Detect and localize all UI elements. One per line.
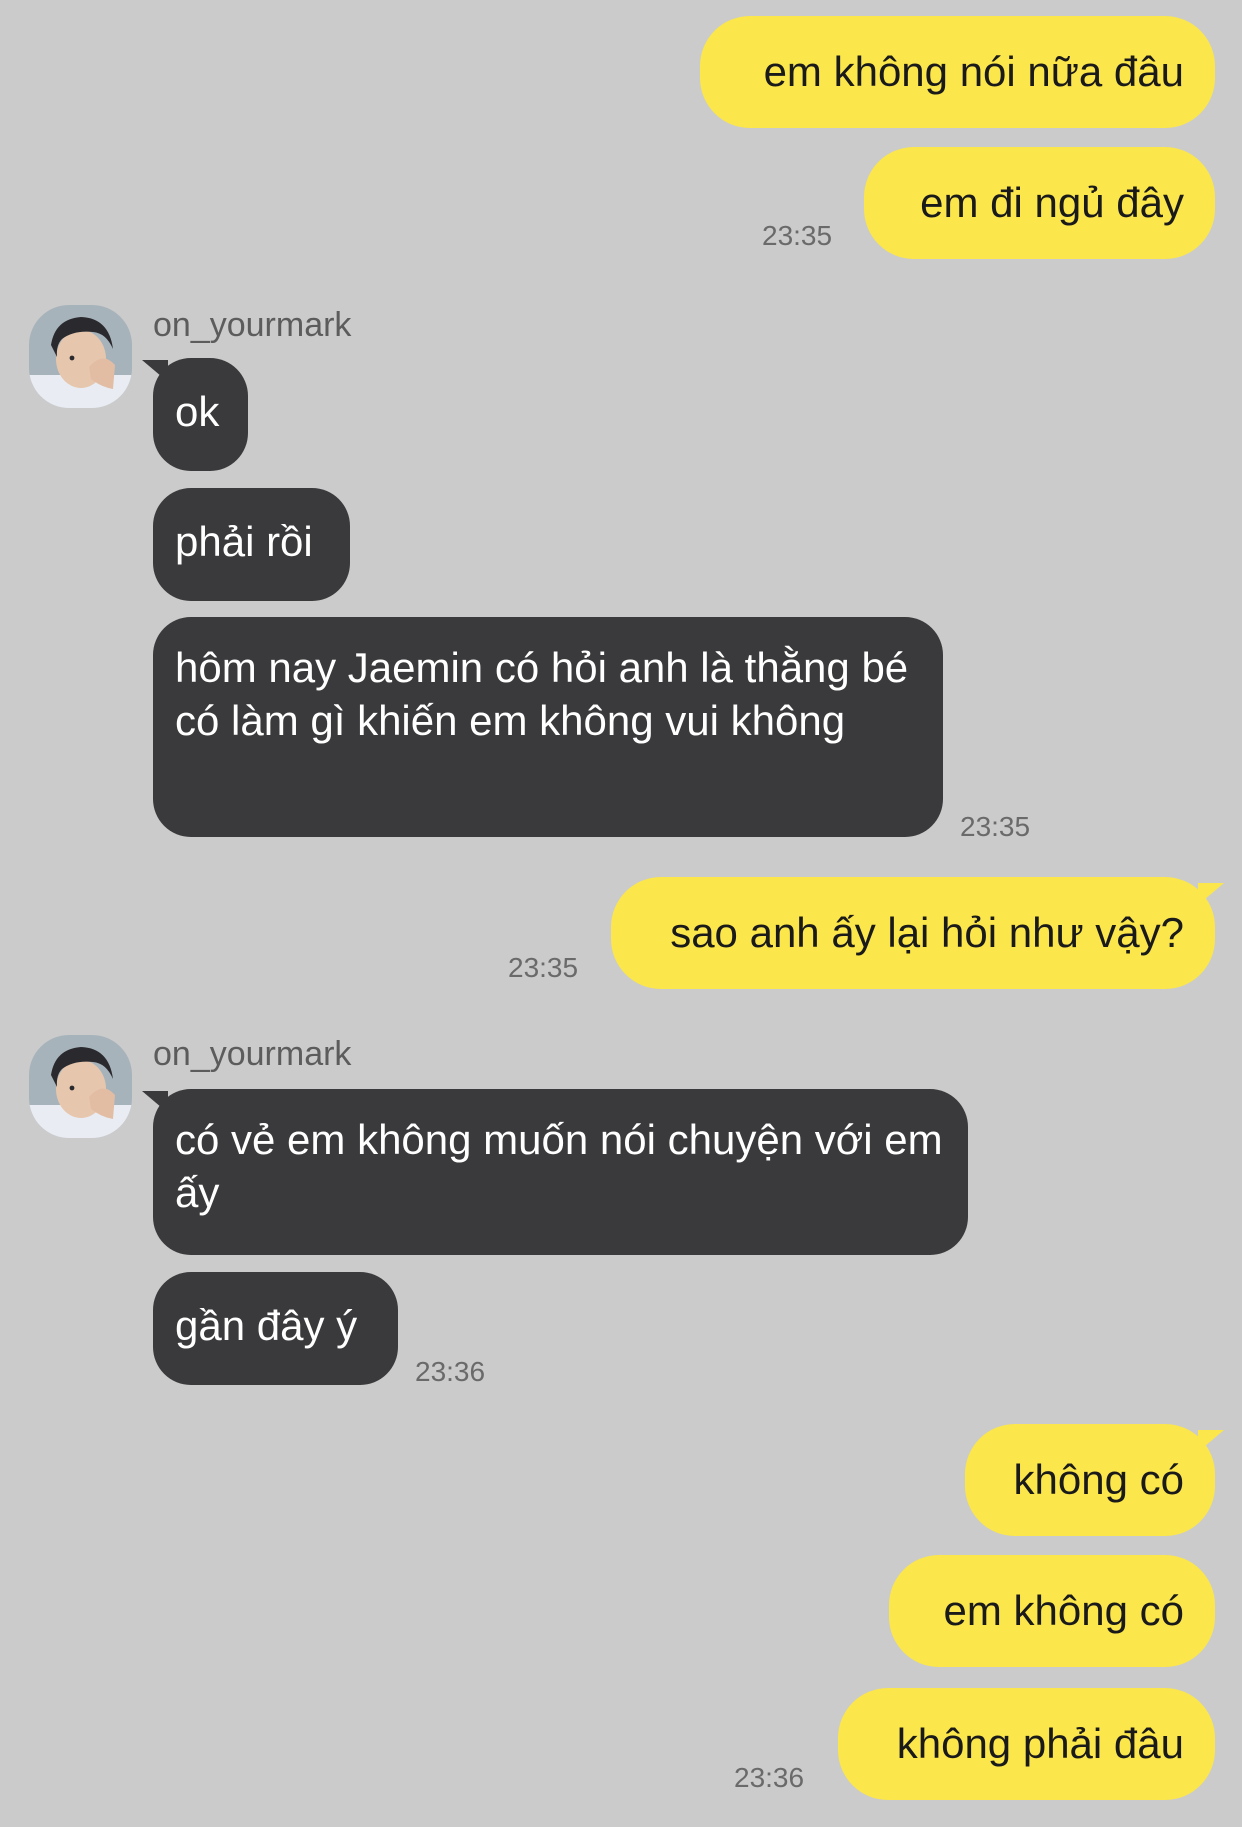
incoming-message[interactable]: gần đây ý (153, 1272, 398, 1385)
outgoing-message[interactable]: em đi ngủ đây (864, 147, 1215, 259)
message-timestamp: 23:35 (762, 220, 833, 251)
sender-name: on_yourmark (153, 1035, 352, 1073)
sender-name: on_yourmark (153, 306, 352, 344)
message-timestamp: 23:35 (508, 952, 579, 983)
outgoing-message[interactable]: không phải đâu (838, 1688, 1215, 1800)
incoming-message[interactable]: phải rồi (153, 488, 350, 601)
message-timestamp: 23:35 (960, 811, 1031, 842)
avatar-photo-icon (29, 1035, 132, 1138)
incoming-message[interactable]: ok (153, 358, 248, 471)
incoming-message[interactable]: hôm nay Jaemin có hỏi anh là thằng bé có… (153, 617, 943, 837)
message-timestamp: 23:36 (734, 1762, 805, 1793)
contact-avatar[interactable] (29, 305, 132, 408)
contact-avatar[interactable] (29, 1035, 132, 1138)
outgoing-message[interactable]: em không có (889, 1555, 1215, 1667)
bubble-tail (1198, 1430, 1224, 1452)
avatar-photo-icon (29, 305, 132, 408)
outgoing-message[interactable]: em không nói nữa đâu (700, 16, 1215, 128)
outgoing-message[interactable]: sao anh ấy lại hỏi như vậy? (611, 877, 1215, 989)
outgoing-message[interactable]: không có (965, 1424, 1215, 1536)
message-timestamp: 23:36 (415, 1356, 486, 1387)
incoming-message[interactable]: có vẻ em không muốn nói chuyện với em ấy (153, 1089, 968, 1255)
